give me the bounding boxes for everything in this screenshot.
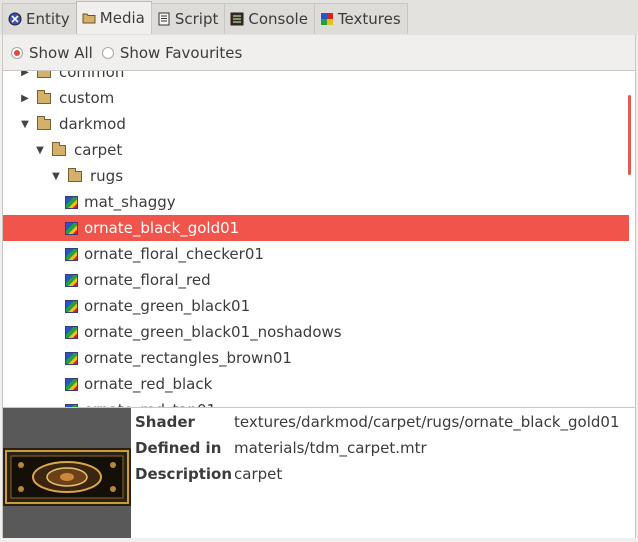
shader-value: textures/darkmod/carpet/rugs/ornate_blac…: [234, 413, 620, 431]
tab-media-label: Media: [99, 9, 145, 27]
tab-textures[interactable]: Textures: [313, 3, 408, 34]
folder-icon: [37, 71, 51, 78]
tree-item-label: ornate_black_gold01: [84, 219, 240, 237]
collapsed-arrow-icon[interactable]: ▶: [19, 93, 31, 104]
tree-item-label: rugs: [90, 167, 124, 185]
texture-icon: [65, 299, 78, 313]
tree-texture-row[interactable]: ornate_red_tan01: [3, 397, 629, 407]
tree-item-label: ornate_green_black01_noshadows: [84, 323, 342, 341]
filter-bar: Show All Show Favourites: [2, 35, 636, 70]
tree-texture-row[interactable]: ornate_floral_red: [3, 267, 629, 293]
defined-in-value: materials/tdm_carpet.mtr: [234, 439, 427, 457]
tree-texture-row[interactable]: ornate_red_black: [3, 371, 629, 397]
texture-icon: [65, 195, 78, 209]
texture-icon: [65, 377, 78, 391]
texture-icon: [65, 351, 78, 365]
tree-texture-row[interactable]: ornate_rectangles_brown01: [3, 345, 629, 371]
texture-icon: [65, 221, 78, 235]
tree-item-label: custom: [59, 89, 115, 107]
collapsed-arrow-icon[interactable]: ▶: [19, 71, 31, 78]
expanded-arrow-icon[interactable]: ▼: [34, 145, 46, 156]
folder-icon: [52, 141, 66, 156]
tree-texture-row[interactable]: ornate_green_black01_noshadows: [3, 319, 629, 345]
description-label: Description: [135, 465, 233, 483]
tab-script-label: Script: [174, 10, 219, 28]
tree-item-label: mat_shaggy: [84, 193, 176, 211]
folder-icon: [82, 11, 96, 25]
show-all-label: Show All: [29, 43, 93, 62]
tree-item-label: ornate_red_tan01: [84, 401, 216, 407]
radio-selected-icon[interactable]: [11, 46, 23, 59]
folder-icon: [37, 115, 51, 130]
tree-texture-row[interactable]: ornate_black_gold01: [3, 215, 629, 241]
tab-console-label: Console: [248, 10, 308, 28]
script-icon: [157, 12, 171, 26]
tree-texture-row[interactable]: ornate_green_black01: [3, 293, 629, 319]
tab-entity[interactable]: Entity: [2, 3, 77, 34]
tab-bar: Entity Media Script Console Textures: [0, 0, 638, 35]
tree-folder-row[interactable]: ▼ rugs: [3, 163, 629, 189]
tree-item-label: ornate_red_black: [84, 375, 213, 393]
tab-media[interactable]: Media: [75, 1, 152, 34]
scrollbar[interactable]: [628, 95, 631, 175]
texture-icon: [65, 273, 78, 287]
tree-item-label: ornate_floral_red: [84, 271, 211, 289]
show-all-radio[interactable]: Show All: [11, 44, 93, 62]
tree-folder-row[interactable]: ▶ custom: [3, 85, 629, 111]
tab-entity-label: Entity: [26, 10, 70, 28]
tree-item-label: ornate_green_black01: [84, 297, 251, 315]
shader-label: Shader: [135, 413, 195, 431]
radio-unselected-icon[interactable]: [101, 46, 114, 59]
media-tree[interactable]: ▶ common ▶ custom ▼ darkmod ▼ carpet ▼ rugs mat_sh…: [2, 70, 636, 408]
console-icon: [230, 12, 244, 26]
info-panel: Shader textures/darkmod/carpet/rugs/orna…: [2, 408, 636, 538]
show-favourites-label: Show Favourites: [119, 43, 243, 62]
entity-icon: [8, 12, 22, 26]
defined-in-label: Defined in: [135, 439, 222, 457]
tree-texture-row[interactable]: ornate_floral_checker01: [3, 241, 629, 267]
tab-textures-label: Textures: [337, 10, 401, 28]
tree-folder-row[interactable]: ▼ darkmod: [3, 111, 629, 137]
tree-item-label: ornate_rectangles_brown01: [84, 349, 292, 367]
tree-item-label: carpet: [74, 141, 123, 159]
tree-folder-row[interactable]: ▼ carpet: [3, 137, 629, 163]
tree-texture-row[interactable]: mat_shaggy: [3, 189, 629, 215]
texture-preview: [3, 408, 131, 538]
tree-item-label: ornate_floral_checker01: [84, 245, 264, 263]
tree-item-label: common: [59, 70, 125, 81]
tree-item-label: darkmod: [59, 115, 126, 133]
folder-icon: [68, 167, 82, 182]
textures-icon: [320, 12, 334, 26]
texture-icon: [65, 325, 78, 339]
tab-script[interactable]: Script: [150, 3, 226, 34]
tab-console[interactable]: Console: [224, 3, 315, 34]
texture-icon: [65, 247, 78, 261]
expanded-arrow-icon[interactable]: ▼: [19, 119, 31, 130]
expanded-arrow-icon[interactable]: ▼: [50, 171, 62, 182]
tree-folder-row[interactable]: ▶ common: [3, 70, 629, 85]
description-value: carpet: [234, 465, 283, 483]
show-favourites-radio[interactable]: Show Favourites: [101, 43, 243, 62]
folder-icon: [37, 89, 51, 104]
